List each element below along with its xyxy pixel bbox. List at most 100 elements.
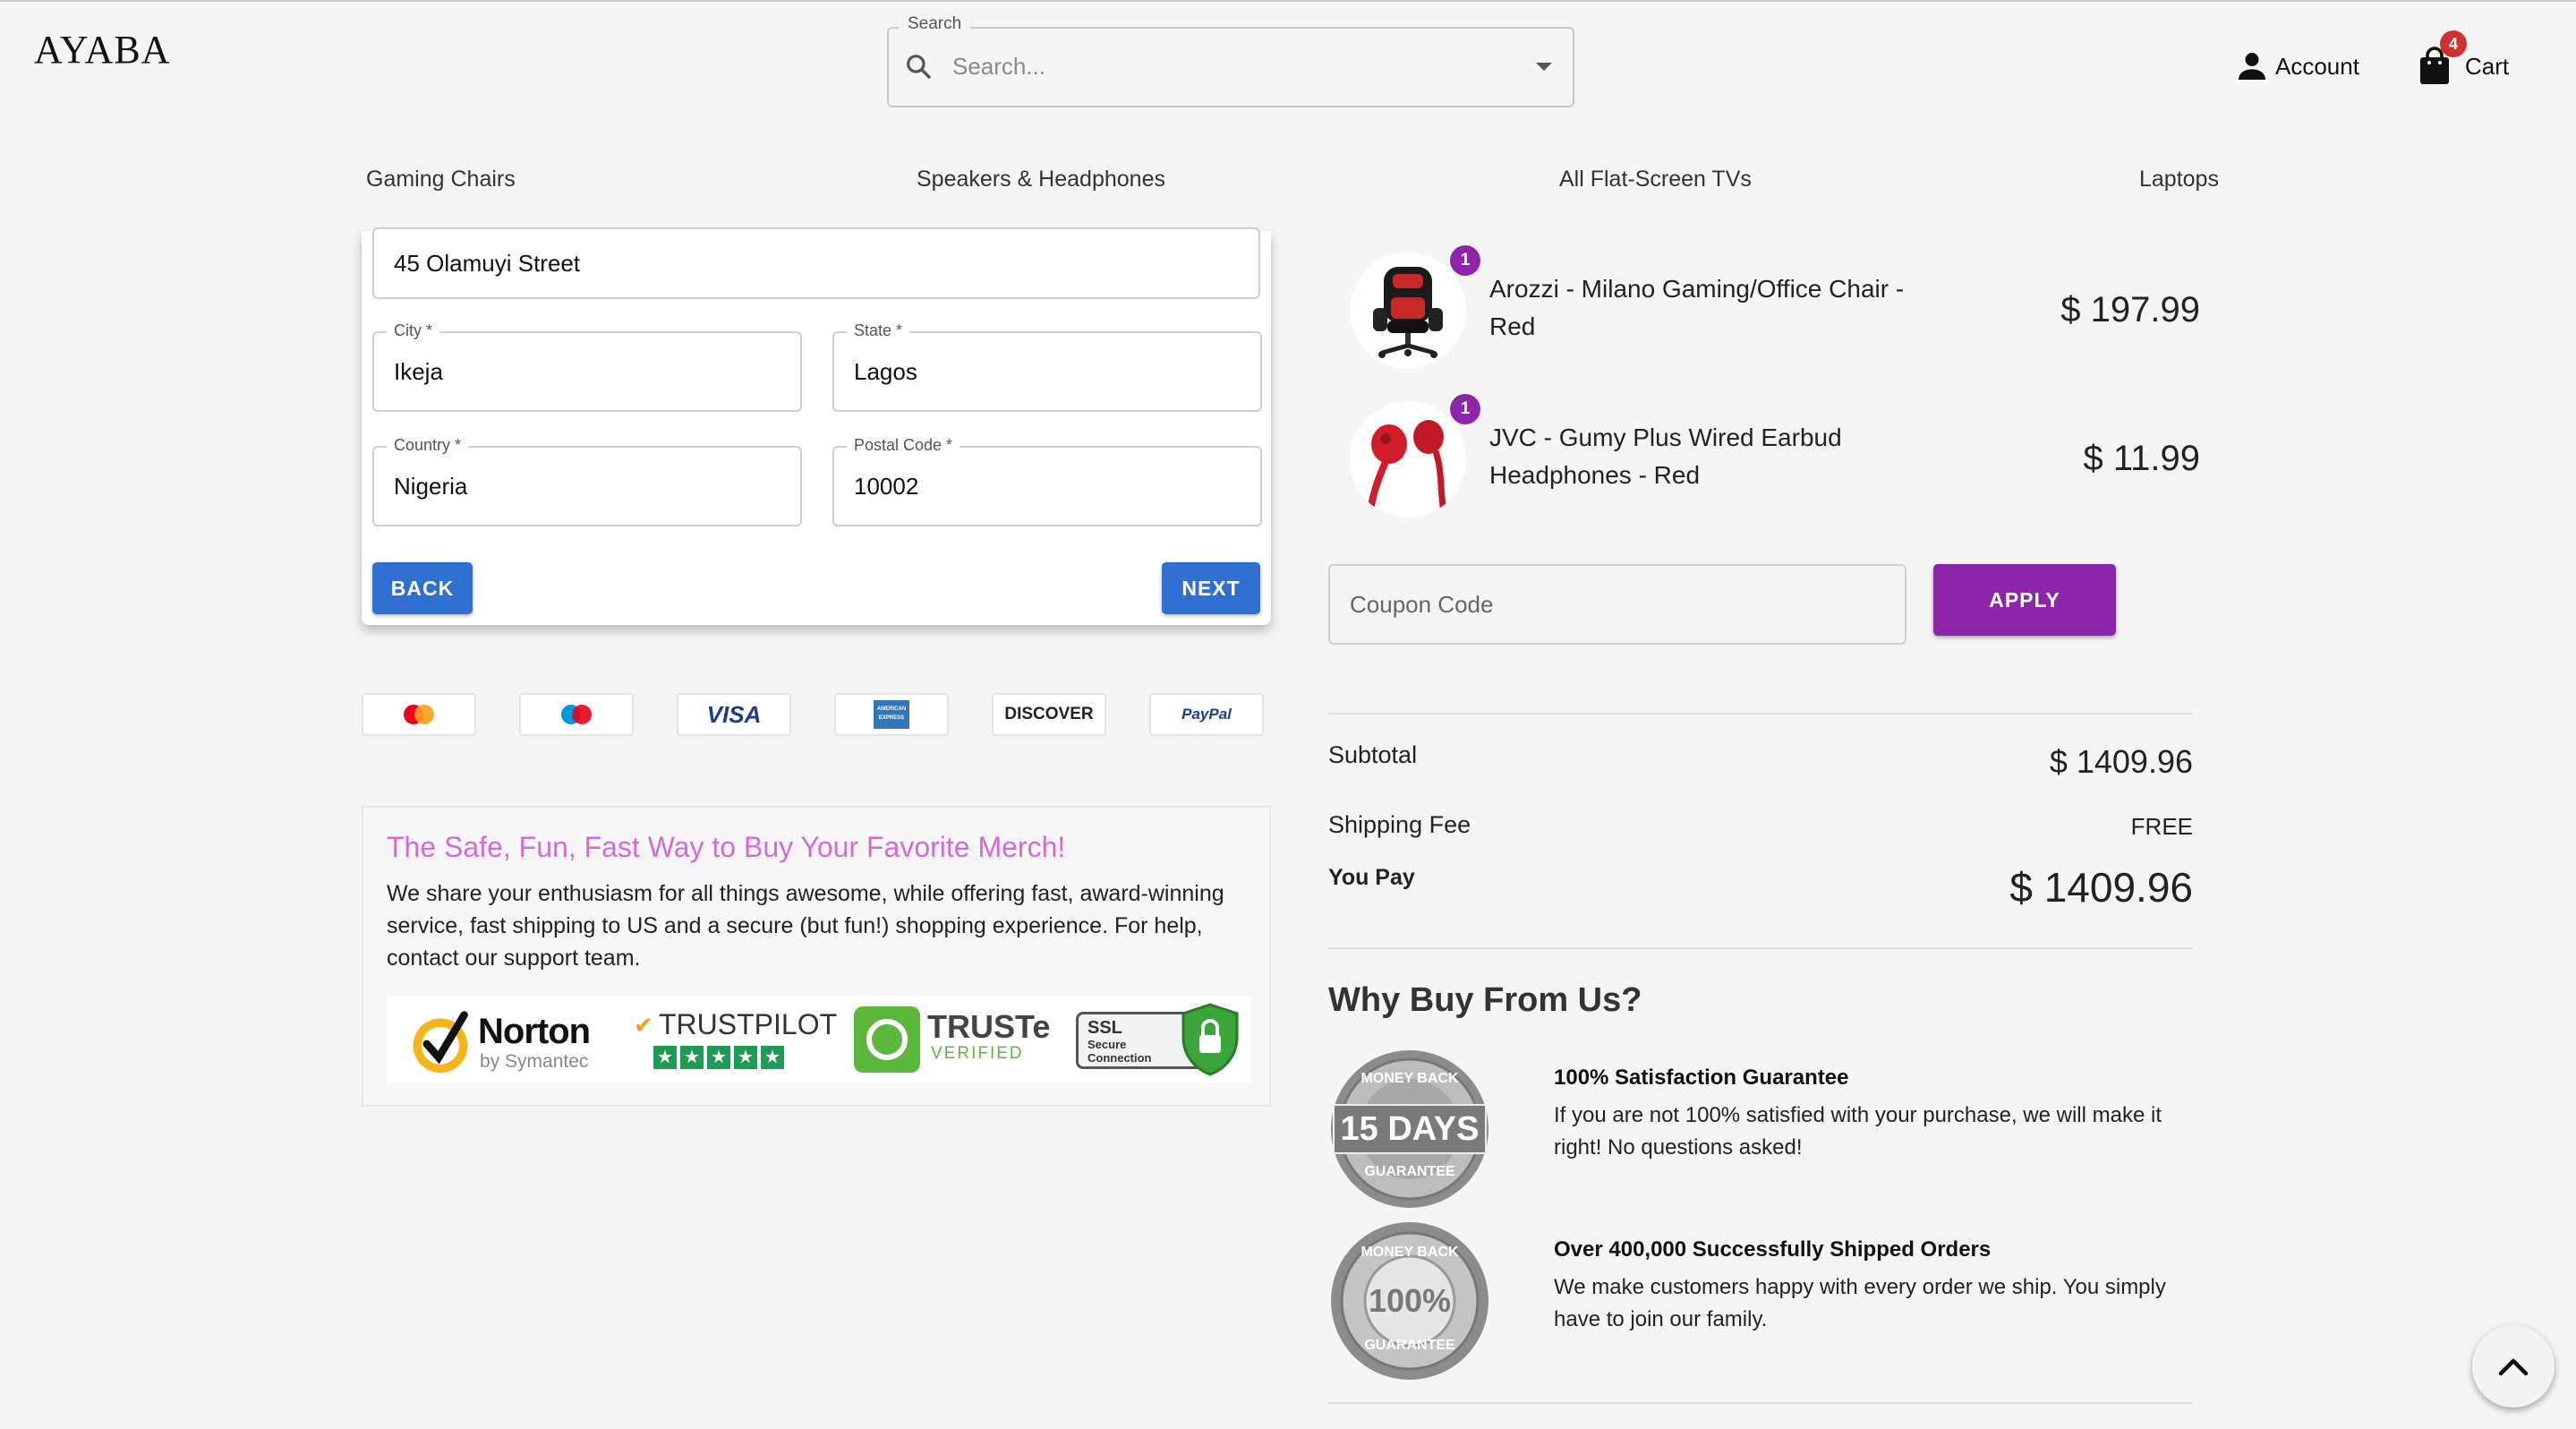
cart-label: Cart	[2465, 52, 2510, 80]
nav-item-laptops[interactable]: Laptops	[2139, 167, 2219, 193]
why-item-body: We make customers happy with every order…	[1554, 1275, 2166, 1331]
you-pay-label: You Pay	[1328, 865, 1415, 890]
money-back-100-percent-seal-icon: MONEY BACK 100% GUARANTEE	[1328, 1219, 1491, 1382]
truste-sub: VERIFIED	[931, 1044, 1024, 1063]
cart-icon-wrap: 4	[2417, 30, 2467, 86]
apply-coupon-button[interactable]: APPLY	[1933, 564, 2116, 636]
shipping-value: FREE	[2130, 813, 2193, 840]
search-icon	[907, 55, 931, 79]
norton-name: Norton	[478, 1012, 591, 1051]
nav-item-gaming-chairs[interactable]: Gaming Chairs	[366, 167, 516, 193]
order-item: 1 JVC - Gumy Plus Wired Earbud Headphone…	[1350, 394, 2201, 526]
gaming-chair-image	[1373, 267, 1443, 358]
coupon-field[interactable]	[1328, 564, 1906, 645]
trust-badges: Norton by Symantec ✔ TRUSTPILOT ★ ★ ★ ★ …	[387, 996, 1251, 1083]
paypal-icon: PayPal	[1149, 693, 1264, 736]
discover-icon: DISCOVER	[992, 693, 1106, 736]
truste-e-glyph	[866, 1019, 908, 1060]
gaming-chair-thumbnail[interactable]	[1350, 252, 1466, 369]
earbuds-thumbnail[interactable]	[1350, 401, 1466, 518]
account-link[interactable]: Account	[2234, 47, 2359, 86]
shipping-label: Shipping Fee	[1328, 811, 1471, 838]
street-value: 45 Olamuyi Street	[394, 249, 581, 277]
why-item-title: Over 400,000 Successfully Shipped Orders	[1554, 1237, 1992, 1262]
why-item-satisfaction: MONEY BACK 15 DAYS GUARANTEE 100% Satisf…	[1328, 1048, 2193, 1218]
why-item-orders: MONEY BACK 100% GUARANTEE Over 400,000 S…	[1328, 1219, 2193, 1390]
state-field[interactable]: State * Lagos	[832, 321, 1262, 412]
coupon-input[interactable]	[1350, 584, 1887, 625]
seal-bottom-text: GUARANTEE	[1364, 1338, 1455, 1353]
trustpilot-stars: ★ ★ ★ ★ ★	[653, 1046, 784, 1069]
country-field[interactable]: Country * Nigeria	[372, 436, 802, 526]
city-field[interactable]: City * Ikeja	[372, 321, 802, 412]
maestro-icon	[519, 693, 634, 736]
shield-lock-icon	[1181, 1003, 1239, 1076]
item-price: $ 197.99	[2060, 290, 2200, 329]
ssl-sub2: Connection	[1088, 1051, 1152, 1065]
earbuds-image	[1366, 420, 1448, 518]
norton-check-icon	[413, 1011, 468, 1074]
category-nav: Gaming Chairs Speakers & Headphones All …	[0, 131, 2576, 231]
divider	[1328, 947, 2193, 949]
back-button[interactable]: BACK	[372, 562, 473, 614]
you-pay-value: $ 1409.96	[2009, 864, 2193, 911]
star-icon: ★	[707, 1046, 730, 1069]
ssl-text: SSL	[1088, 1018, 1122, 1038]
divider	[1328, 1402, 2193, 1404]
amex-text: AMERICAN EXPRESS	[874, 700, 909, 729]
next-button[interactable]: NEXT	[1162, 562, 1260, 614]
merch-info-box: The Safe, Fun, Fast Way to Buy Your Favo…	[362, 806, 1271, 1107]
discover-text: DISCOVER	[1004, 705, 1094, 723]
trustpilot-name: TRUSTPILOT	[659, 1008, 838, 1040]
city-value: Ikeja	[394, 357, 443, 385]
search-legend: Search	[899, 14, 971, 34]
divider	[1328, 713, 2193, 714]
subtotal-label: Subtotal	[1328, 741, 1418, 768]
quantity-badge: 1	[1450, 245, 1480, 276]
scroll-to-top-button[interactable]	[2472, 1325, 2555, 1408]
cart-link[interactable]: 4 Cart	[2417, 30, 2510, 86]
star-icon: ★	[761, 1046, 784, 1069]
trustpilot-check-icon: ✔	[634, 1012, 653, 1039]
item-name[interactable]: JVC - Gumy Plus Wired Earbud Headphones …	[1489, 419, 1955, 494]
norton-sub: by Symantec	[480, 1051, 589, 1072]
star-icon: ★	[734, 1046, 757, 1069]
top-header: AYABA Search Account 4 Cart	[0, 0, 2576, 129]
postal-code-value: 10002	[854, 472, 919, 500]
ssl-sub1: Secure	[1088, 1038, 1127, 1051]
seal-main-text: 15 DAYS	[1340, 1110, 1480, 1148]
mastercard-icon	[362, 693, 476, 736]
why-item-title: 100% Satisfaction Guarantee	[1554, 1065, 1849, 1090]
seal-top-text: MONEY BACK	[1361, 1245, 1459, 1260]
quantity-badge: 1	[1450, 394, 1480, 424]
seal-main-text: 100%	[1368, 1282, 1452, 1319]
why-item-body: If you are not 100% satisfied with your …	[1554, 1103, 2162, 1159]
star-icon: ★	[653, 1046, 677, 1069]
postal-code-field[interactable]: Postal Code * 10002	[832, 436, 1262, 526]
country-value: Nigeria	[394, 472, 468, 500]
chevron-down-icon[interactable]	[1536, 63, 1552, 71]
state-value: Lagos	[854, 357, 917, 385]
seal-bottom-text: GUARANTEE	[1364, 1164, 1455, 1179]
money-back-15-days-seal-icon: MONEY BACK 15 DAYS GUARANTEE	[1328, 1048, 1491, 1211]
subtotal-value: $ 1409.96	[2049, 743, 2193, 780]
account-label: Account	[2275, 52, 2359, 80]
amex-icon: AMERICAN EXPRESS	[834, 693, 949, 736]
search-input[interactable]	[952, 47, 1507, 86]
site-logo[interactable]: AYABA	[34, 27, 171, 73]
order-item: 1 Arozzi - Milano Gaming/Office Chair - …	[1350, 245, 2200, 378]
cart-count-badge: 4	[2440, 30, 2467, 57]
seal-top-text: MONEY BACK	[1361, 1071, 1459, 1086]
star-icon: ★	[680, 1046, 704, 1069]
street-field[interactable]: 45 Olamuyi Street	[372, 227, 1260, 299]
item-price: $ 11.99	[2083, 439, 2201, 478]
chevron-up-icon	[2498, 1358, 2529, 1376]
truste-name: TRUSTe	[927, 1008, 1051, 1045]
person-icon	[2239, 53, 2265, 80]
truste-logo-icon	[854, 1006, 920, 1073]
paypal-text: PayPal	[1181, 706, 1232, 723]
nav-item-flat-screen-tvs[interactable]: All Flat-Screen TVs	[1559, 167, 1752, 193]
nav-item-speakers-headphones[interactable]: Speakers & Headphones	[917, 167, 1165, 193]
info-title: The Safe, Fun, Fast Way to Buy Your Favo…	[387, 831, 1066, 863]
item-name[interactable]: Arozzi - Milano Gaming/Office Chair - Re…	[1489, 270, 1955, 346]
